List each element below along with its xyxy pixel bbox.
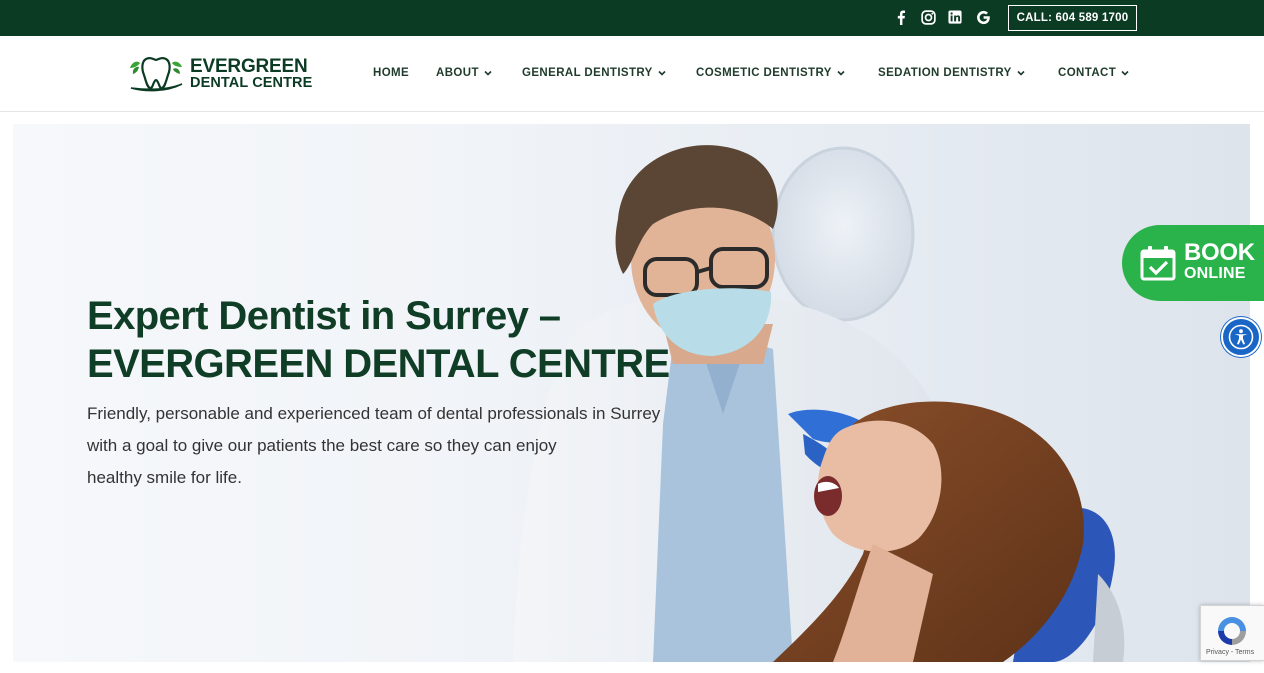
nav-sedation-label: SEDATION DENTISTRY	[878, 67, 1012, 79]
nav-sedation-dentistry[interactable]: SEDATION DENTISTRY	[878, 67, 1025, 79]
nav-contact-label: CONTACT	[1058, 67, 1117, 79]
nav-cosmetic-dentistry[interactable]: COSMETIC DENTISTRY	[696, 67, 845, 79]
site-header: EVERGREEN DENTAL CENTRE HOME ABOUT GENER…	[0, 36, 1264, 112]
hero-heading-line2: EVERGREEN DENTAL CENTRE	[87, 342, 670, 386]
nav-contact[interactable]: CONTACT	[1058, 67, 1129, 79]
recaptcha-icon	[1218, 617, 1246, 645]
hero-description-line1: Friendly, personable and experienced tea…	[87, 404, 661, 423]
top-bar: CALL: 604 589 1700	[0, 0, 1264, 36]
calendar-check-icon	[1140, 246, 1176, 281]
hero-heading: Expert Dentist in Surrey – EVERGREEN DEN…	[87, 292, 687, 388]
nav-cosmetic-label: COSMETIC DENTISTRY	[696, 67, 832, 79]
nav-home-label: HOME	[373, 67, 410, 79]
recaptcha-badge[interactable]: Privacy - Terms	[1200, 605, 1264, 661]
logo-text-line1: EVERGREEN	[190, 56, 308, 77]
book-online-button[interactable]: BOOK ONLINE	[1122, 225, 1264, 301]
call-button[interactable]: CALL: 604 589 1700	[1008, 5, 1137, 31]
hero-description: Friendly, personable and experienced tea…	[87, 398, 697, 494]
nav-general-dentistry[interactable]: GENERAL DENTISTRY	[522, 67, 666, 79]
chevron-down-icon	[658, 70, 666, 76]
nav-general-label: GENERAL DENTISTRY	[522, 67, 653, 79]
google-icon[interactable]	[975, 9, 991, 25]
accessibility-icon	[1228, 324, 1254, 350]
nav-about[interactable]: ABOUT	[436, 67, 492, 79]
book-online-label-line1: BOOK	[1184, 239, 1255, 266]
site-logo[interactable]: EVERGREEN DENTAL CENTRE	[128, 54, 318, 94]
hero-photo-dentist-patient	[513, 145, 1125, 662]
linkedin-icon[interactable]	[947, 9, 963, 25]
instagram-icon[interactable]	[920, 9, 936, 25]
chevron-down-icon	[1017, 70, 1025, 76]
logo-text-line2: DENTAL CENTRE	[190, 75, 313, 91]
recaptcha-links[interactable]: Privacy - Terms	[1206, 649, 1254, 656]
accessibility-button[interactable]	[1221, 317, 1261, 357]
hero-banner: Expert Dentist in Surrey – EVERGREEN DEN…	[13, 124, 1250, 662]
facebook-icon[interactable]	[893, 9, 909, 25]
hero-description-line3: healthy smile for life.	[87, 468, 242, 487]
tooth-logo-icon	[130, 57, 183, 92]
nav-home[interactable]: HOME	[373, 67, 409, 79]
hero-heading-line1: Expert Dentist in Surrey –	[87, 294, 561, 338]
chevron-down-icon	[1121, 70, 1129, 76]
book-online-label-line2: ONLINE	[1184, 265, 1246, 282]
chevron-down-icon	[484, 70, 492, 76]
nav-about-label: ABOUT	[436, 67, 479, 79]
chevron-down-icon	[837, 70, 845, 76]
hero-description-line2: with a goal to give our patients the bes…	[87, 436, 557, 455]
